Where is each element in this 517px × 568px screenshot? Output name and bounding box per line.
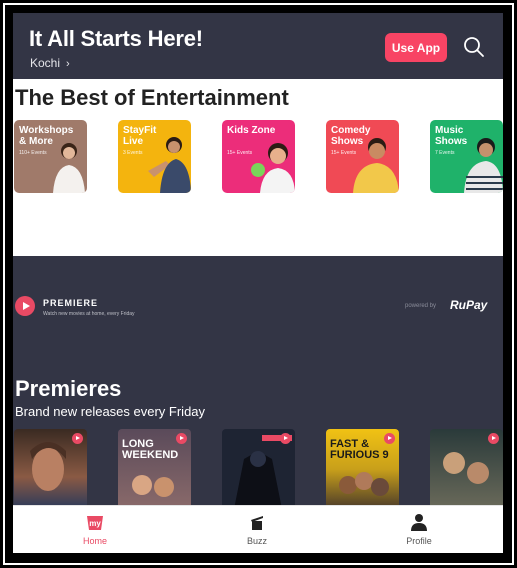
category-card-music[interactable]: Music Shows 7 Events (430, 120, 503, 193)
bottom-navigation: my Home Buzz Profile (13, 505, 503, 553)
category-card-title: Comedy Shows (331, 125, 371, 147)
app-header: It All Starts Here! Kochi › Use App (13, 13, 503, 79)
play-icon (384, 433, 395, 444)
premiere-logo-icon (15, 296, 35, 316)
nav-home[interactable]: my Home (45, 506, 145, 553)
premiere-brand: PREMIERE (43, 298, 99, 308)
powered-by-label: powered by (405, 303, 437, 309)
use-app-button[interactable]: Use App (385, 33, 447, 62)
premiere-tagline: Watch new movies at home, every Friday (43, 311, 135, 317)
category-card-title: Music Shows (435, 125, 468, 147)
nav-buzz[interactable]: Buzz (207, 506, 307, 553)
nav-label: Profile (406, 536, 432, 546)
city-label: Kochi (30, 56, 61, 70)
entertainment-section: The Best of Entertainment Workshops & Mo… (13, 79, 503, 256)
movie-poster[interactable] (222, 429, 295, 509)
play-icon (488, 433, 499, 444)
category-card-kids[interactable]: Kids Zone 15+ Events (222, 120, 295, 193)
page-title: It All Starts Here! (29, 26, 203, 51)
category-card-count: 110+ Events (19, 150, 47, 156)
premieres-subtitle: Brand new releases every Friday (15, 404, 206, 419)
city-selector[interactable]: Kochi › (30, 56, 70, 70)
movie-poster[interactable]: LONG WEEKEND (118, 429, 191, 509)
movie-poster[interactable] (14, 429, 87, 509)
category-cards: Workshops & More 110+ Events StayFit Liv… (13, 120, 503, 195)
buzz-icon (251, 516, 263, 530)
movie-poster[interactable] (430, 429, 503, 509)
premieres-title: Premieres (15, 376, 122, 401)
category-card-count: 15+ Events (227, 150, 253, 156)
category-card-count: 15+ Events (331, 150, 357, 156)
section-title: The Best of Entertainment (15, 85, 289, 110)
category-card-count: 7 Events (435, 150, 455, 156)
premiere-posters: LONG WEEKEND FAST & FURIOUS 9 (13, 429, 503, 509)
premiere-banner[interactable]: PREMIERE Watch new movies at home, every… (13, 256, 503, 376)
rupay-logo: RuPay (450, 298, 488, 312)
profile-icon (411, 514, 427, 531)
svg-text:my: my (89, 519, 101, 528)
chevron-right-icon: › (66, 58, 70, 70)
play-icon (176, 433, 187, 444)
play-icon (72, 433, 83, 444)
nav-label: Buzz (246, 536, 267, 546)
search-icon[interactable] (463, 36, 485, 58)
category-card-count: 3 Events (123, 150, 143, 156)
nav-label: Home (82, 536, 107, 546)
category-card-title: Kids Zone (227, 125, 276, 136)
category-card-workshops[interactable]: Workshops & More 110+ Events (14, 120, 87, 193)
category-card-comedy[interactable]: Comedy Shows 15+ Events (326, 120, 399, 193)
play-icon (280, 433, 291, 444)
movie-poster[interactable]: FAST & FURIOUS 9 (326, 429, 399, 509)
home-icon: my (87, 516, 103, 530)
category-card-title: Workshops & More (19, 125, 74, 147)
category-card-stayfit[interactable]: StayFit Live 3 Events (118, 120, 191, 193)
person-illustration-icon (251, 143, 295, 193)
app-screen: It All Starts Here! Kochi › Use App The B… (13, 13, 503, 553)
nav-profile[interactable]: Profile (369, 506, 469, 553)
category-card-title: StayFit Live (123, 125, 157, 147)
